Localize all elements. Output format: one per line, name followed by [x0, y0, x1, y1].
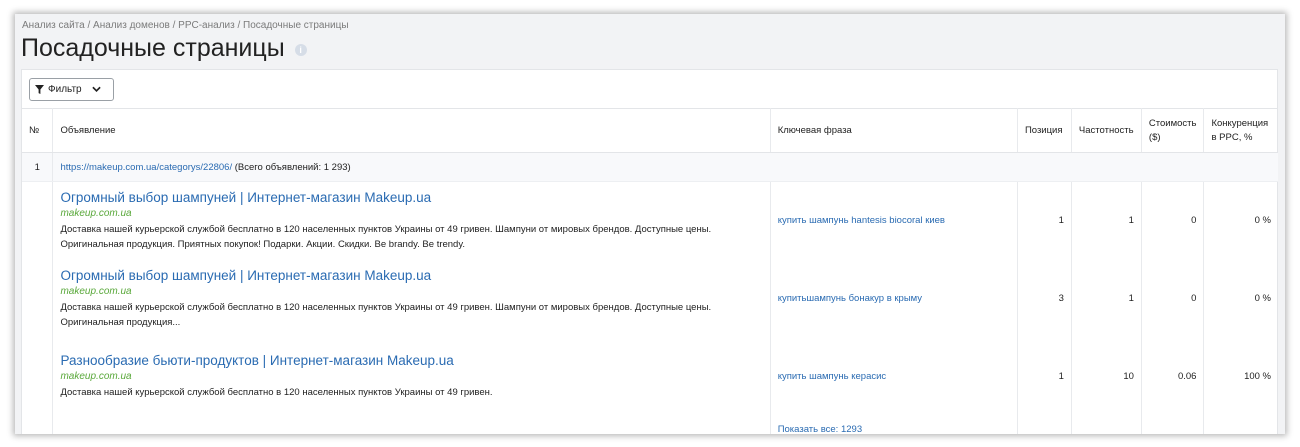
group-num: 1: [22, 152, 54, 182]
frequency-cell: 1: [1071, 259, 1142, 338]
header-competition-line2: в PPC, %: [1211, 131, 1253, 143]
header-num: №: [22, 108, 54, 153]
group-cell: https://makeup.com.ua/categorys/22806/ (…: [52, 152, 1278, 182]
filter-button[interactable]: Фильтр: [29, 78, 114, 101]
ad-cell: Разнообразие бьюти-продуктов | Интернет-…: [52, 337, 771, 416]
competition-cell: 0 %: [1254, 215, 1271, 227]
header-frequency[interactable]: Частотность: [1071, 108, 1142, 153]
ad-description: Доставка нашей курьерской службой беспла…: [60, 387, 493, 398]
position-cell: 1: [1017, 337, 1072, 416]
breadcrumb[interactable]: Анализ сайта / Анализ доменов / PPC-анал…: [22, 20, 349, 31]
table-header-row: № Объявление Ключевая фраза Позиция Част…: [22, 108, 1278, 153]
page-title-text: Посадочные страницы: [21, 34, 285, 62]
header-position[interactable]: Позиция: [1017, 108, 1072, 153]
chevron-down-icon: [92, 86, 101, 92]
ad-title-link[interactable]: Разнообразие бьюти-продуктов | Интернет-…: [60, 353, 762, 368]
position-cell: 1: [1017, 181, 1072, 260]
landing-pages-table: № Объявление Ключевая фраза Позиция Част…: [22, 108, 1278, 434]
table-row: Разнообразие бьюти-продуктов | Интернет-…: [22, 337, 1278, 416]
header-competition-line1: Конкуренция: [1211, 117, 1269, 129]
num-cell: [22, 181, 54, 434]
header-ad[interactable]: Объявление: [52, 108, 771, 153]
table-row: Огромный выбор шампуней | Интернет-магаз…: [22, 259, 1278, 338]
ad-description: Доставка нашей курьерской службой беспла…: [60, 223, 712, 250]
cost-cell: 0.06: [1141, 337, 1205, 416]
keyword-link[interactable]: купить шампунь hantesis biocoral киев: [778, 215, 945, 226]
ad-title-link[interactable]: Огромный выбор шампуней | Интернет-магаз…: [60, 268, 762, 283]
ad-cell: Огромный выбор шампуней | Интернет-магаз…: [52, 259, 771, 338]
ad-description: Доставка нашей курьерской службой беспла…: [60, 301, 712, 328]
header-keyword[interactable]: Ключевая фраза: [770, 108, 1018, 153]
keyword-cell: купить шампунь керасис: [770, 337, 1018, 416]
ad-domain: makeup.com.ua: [60, 285, 132, 297]
filter-icon: [35, 85, 44, 94]
empty-ad-cell: [52, 415, 771, 434]
competition-cell: 100 %: [1244, 371, 1271, 382]
app-frame: Анализ сайта / Анализ доменов / PPC-анал…: [15, 14, 1285, 434]
show-all-cell: Показать все: 1293: [770, 415, 1018, 434]
competition-cell: 0 %: [1254, 293, 1271, 304]
position-cell: 3: [1017, 259, 1072, 338]
info-icon[interactable]: i: [294, 44, 307, 56]
header-cost[interactable]: Стоимость ($): [1141, 108, 1205, 153]
empty-cell: [1141, 415, 1205, 434]
keyword-cell: купить шампунь hantesis biocoral киев: [770, 181, 1018, 260]
keyword-cell: купитьшампунь бонакур в крыму: [770, 259, 1018, 338]
empty-cell: [1017, 415, 1072, 434]
ad-cell: Огромный выбор шампуней | Интернет-магаз…: [52, 181, 771, 260]
ad-title-link[interactable]: Огромный выбор шампуней | Интернет-магаз…: [60, 190, 762, 205]
group-row: 1 https://makeup.com.ua/categorys/22806/…: [22, 152, 1278, 182]
frequency-cell: 10: [1071, 337, 1142, 416]
header-cost-line2: ($): [1148, 131, 1161, 143]
show-all-row: Показать все: 1293: [22, 415, 1278, 435]
show-all-link[interactable]: Показать все: 1293: [778, 424, 862, 434]
ad-domain: makeup.com.ua: [60, 371, 132, 382]
filter-label: Фильтр: [48, 84, 82, 95]
landing-pages-panel: Фильтр № Объявление Ключевая фраза Позиц…: [21, 69, 1278, 434]
empty-cell: [1204, 416, 1278, 435]
empty-cell: [1071, 415, 1142, 434]
header-competition[interactable]: Конкуренция в PPC, %: [1203, 108, 1278, 153]
page-title: Посадочные страницы i: [21, 34, 307, 63]
ad-domain: makeup.com.ua: [60, 207, 132, 219]
header-cost-line1: Стоимость: [1148, 117, 1197, 129]
cost-cell: 0: [1141, 181, 1205, 260]
keyword-link[interactable]: купить шампунь керасис: [778, 371, 887, 382]
keyword-link[interactable]: купитьшампунь бонакур в крыму: [778, 293, 922, 304]
frequency-cell: 1: [1071, 181, 1142, 260]
group-total: (Всего объявлений: 1 293): [234, 161, 351, 173]
cost-cell: 0: [1141, 259, 1205, 338]
table-row: Огромный выбор шампуней | Интернет-магаз…: [22, 181, 1278, 434]
group-url-link[interactable]: https://makeup.com.ua/categorys/22806/: [60, 162, 232, 173]
